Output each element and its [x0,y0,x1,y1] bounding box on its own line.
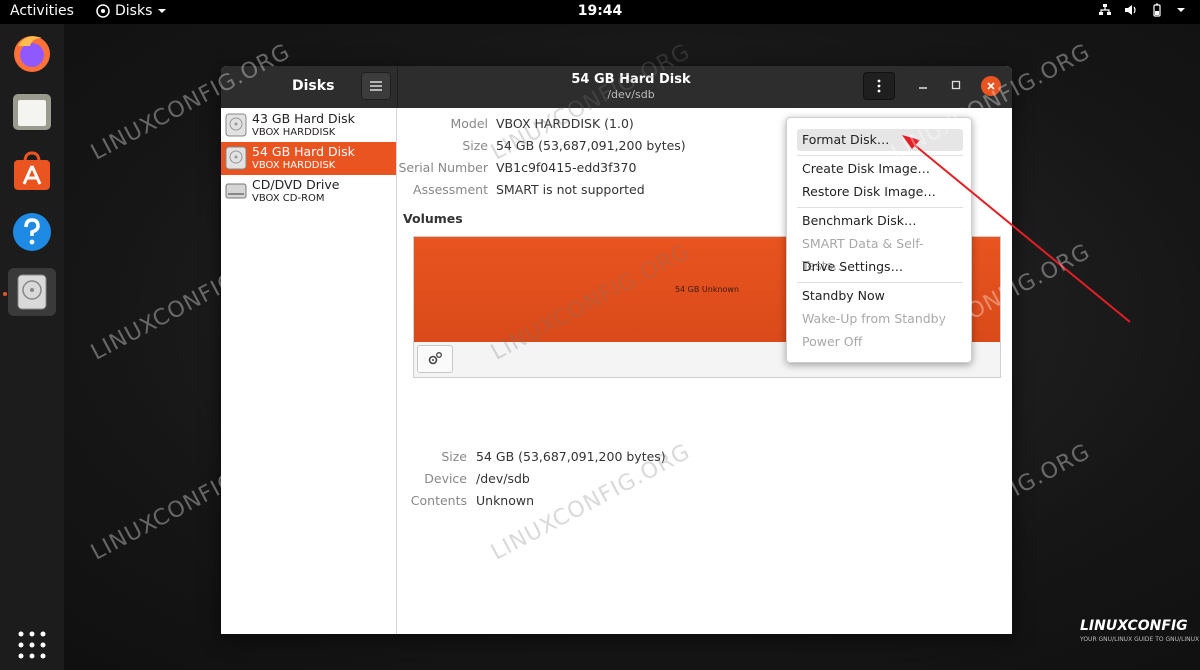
dock-files[interactable] [8,88,56,136]
disk-item-cdrom[interactable]: CD/DVD Drive VBOX CD-ROM [221,175,396,208]
software-store-icon [14,151,50,190]
network-icon [1099,4,1111,15]
activities-button[interactable]: Activities [10,3,74,19]
running-indicator [3,292,7,296]
dock-software[interactable] [8,148,56,196]
contents-value: Unknown [476,493,535,508]
header-separator [397,66,398,108]
assessment-value: SMART is not supported [496,182,645,197]
brand-tagline: YOUR GNU/LINUX GUIDE TO GNU/LINUX [1080,636,1200,643]
chevron-down-icon [1177,8,1185,12]
dock-help[interactable] [8,208,56,256]
disk-model: VBOX CD-ROM [252,193,325,204]
sidebar-title: Disks [292,78,335,94]
disk-name: 43 GB Hard Disk [252,111,355,126]
serial-value: VB1c9f0415-edd3f370 [496,160,637,175]
disk-item-54gb[interactable]: 54 GB Hard Disk VBOX HARDDISK [221,142,396,175]
model-value: VBOX HARDDISK (1.0) [496,116,634,131]
firefox-icon [14,36,50,72]
size-label: Size [462,138,488,153]
assessment-label: Assessment [413,182,488,197]
menu-smart-data: SMART Data & Self-Tests… [802,236,924,273]
serial-label: Serial Number [398,160,488,175]
vol-size-label: Size [441,449,467,464]
disks-app-icon [96,4,110,18]
disk-item-43gb[interactable]: 43 GB Hard Disk VBOX HARDDISK [221,109,396,142]
menu-wake-up: Wake-Up from Standby [802,311,947,326]
menu-drive-settings[interactable]: Drive Settings… [797,256,963,278]
menu-separator [797,207,963,208]
header-bar: Disks 54 GB Hard Disk /dev/sdb [221,66,1012,108]
disks-icon [17,274,47,310]
menu-restore-disk-image[interactable]: Restore Disk Image… [797,181,963,203]
contents-label: Contents [410,493,467,508]
brand-logo: LINUXCONFIG [1080,618,1188,634]
vol-size-value: 54 GB (53,687,091,200 bytes) [476,449,666,464]
disk-list: 43 GB Hard Disk VBOX HARDDISK 54 GB Hard… [221,108,397,634]
menu-format-disk[interactable]: Format Disk… [797,129,963,151]
hard-disk-icon [225,113,247,137]
app-menu-button[interactable] [361,72,391,100]
volume-icon [1125,5,1136,15]
help-icon [13,213,51,251]
top-bar: Activities Disks 19:44 [0,0,1200,24]
battery-icon [1153,3,1161,17]
partition-options-button[interactable] [417,345,453,373]
disk-name: CD/DVD Drive [252,177,340,192]
menu-standby-now[interactable]: Standby Now [797,285,963,307]
menu-create-disk-image[interactable]: Create Disk Image… [797,158,963,180]
disk-model: VBOX HARDDISK [252,127,336,138]
hard-disk-icon [225,146,247,170]
files-icon [13,94,51,130]
optical-drive-icon [225,183,247,199]
device-label: Device [424,471,467,486]
show-apps-button[interactable] [16,629,48,661]
close-button[interactable] [981,76,1001,96]
menu-benchmark-disk[interactable]: Benchmark Disk… [797,210,963,232]
disk-name: 54 GB Hard Disk [252,144,355,159]
hamburger-icon [370,81,382,91]
minimize-button[interactable] [913,76,933,96]
app-grid-icon [18,631,46,659]
chevron-down-icon [158,9,167,13]
menu-separator [797,282,963,283]
app-menu-label: Disks [115,3,153,19]
app-menu[interactable]: Disks [96,3,167,19]
dock-firefox[interactable] [8,28,56,76]
model-label: Model [450,116,488,131]
drive-options-menu: Format Disk… Create Disk Image… Restore … [786,117,972,363]
clock[interactable]: 19:44 [578,3,623,19]
size-value: 54 GB (53,687,091,200 bytes) [496,138,686,153]
close-icon [987,82,995,90]
gears-icon [428,352,442,365]
menu-power-off: Power Off [802,334,863,349]
minimize-icon [919,87,927,89]
menu-separator [797,155,963,156]
dock-disks[interactable] [8,268,56,316]
drive-options-button[interactable] [863,72,895,100]
maximize-icon [951,80,961,90]
maximize-button[interactable] [946,76,966,96]
kebab-menu-icon [877,79,881,93]
volumes-heading: Volumes [403,211,463,226]
device-value: /dev/sdb [476,471,530,486]
disk-model: VBOX HARDDISK [252,160,336,171]
system-tray[interactable] [1098,3,1186,17]
window-title: 54 GB Hard Disk [571,72,691,87]
window-subtitle: /dev/sdb [607,88,655,101]
dock [0,24,64,670]
